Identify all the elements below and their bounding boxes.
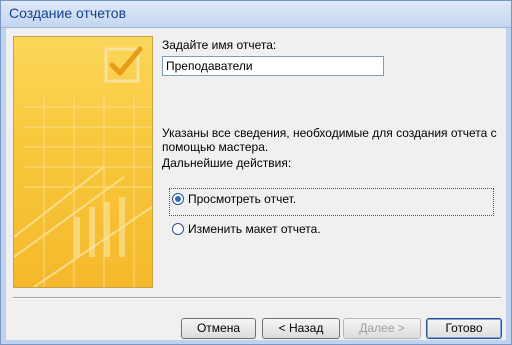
report-name-input[interactable] bbox=[162, 56, 384, 76]
preview-radio[interactable] bbox=[172, 193, 184, 205]
report-wizard-window: Создание отчетов Задайте имя отчета: Пре… bbox=[0, 0, 512, 345]
back-button[interactable]: < Назад bbox=[262, 318, 340, 339]
window-title: Создание отчетов bbox=[9, 5, 127, 21]
option-modify-label[interactable]: Изменить макет отчета. bbox=[188, 222, 321, 236]
separator-line bbox=[13, 297, 501, 299]
title-bar[interactable]: Создание отчетов bbox=[1, 1, 511, 28]
wizard-body: Задайте имя отчета: Указаны все сведения… bbox=[6, 28, 506, 340]
info-text-line2: помощью мастера. bbox=[162, 140, 269, 154]
wizard-banner-image bbox=[13, 36, 153, 288]
next-button[interactable]: Далее > bbox=[343, 318, 421, 339]
radio-selected-dot bbox=[175, 196, 181, 202]
report-name-label: Задайте имя отчета: bbox=[162, 38, 277, 52]
option-preview-label[interactable]: Просмотреть отчет. bbox=[188, 192, 296, 206]
modify-radio[interactable] bbox=[172, 223, 184, 235]
banner-graphic bbox=[14, 46, 152, 287]
info-text-line1: Указаны все сведения, необходимые для со… bbox=[162, 126, 497, 140]
checkmark-box-icon bbox=[104, 46, 143, 83]
cancel-button[interactable]: Отмена bbox=[181, 318, 256, 339]
next-actions-label: Дальнейшие действия: bbox=[162, 156, 292, 170]
finish-button[interactable]: Готово bbox=[426, 318, 502, 339]
